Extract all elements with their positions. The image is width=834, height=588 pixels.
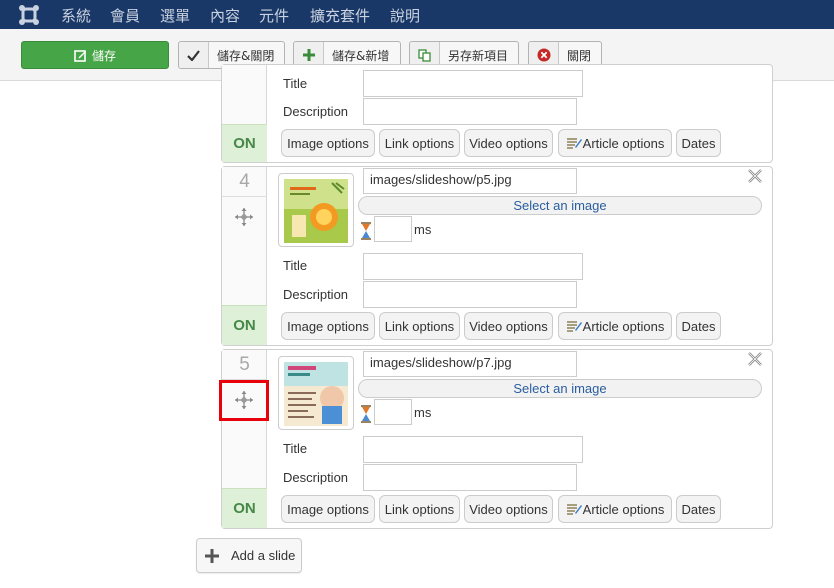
check-icon: [179, 42, 209, 68]
description-label: Description: [283, 104, 349, 119]
slide-panel-3: ON Title Description Image options Link …: [221, 64, 773, 163]
slide-number: 4: [222, 167, 267, 197]
save-new-label: 儲存&新增: [332, 48, 390, 63]
top-menu-bar: 系統 會員 選單 內容 元件 擴充套件 說明: [0, 0, 834, 29]
image-path-input[interactable]: images/slideshow/p5.jpg: [363, 168, 577, 194]
duration-input[interactable]: [374, 216, 412, 242]
image-options-button[interactable]: Image options: [281, 129, 375, 157]
save-label: 儲存: [91, 48, 116, 63]
save-copy-label: 另存新項目: [448, 48, 509, 63]
hourglass-icon: [361, 222, 371, 240]
image-options-button[interactable]: Image options: [281, 312, 375, 340]
article-options-button[interactable]: Article options: [558, 129, 672, 157]
remove-slide-icon[interactable]: [746, 350, 764, 368]
slide-number: 5: [222, 350, 267, 380]
title-label: Title: [283, 441, 308, 456]
slide-status-on[interactable]: ON: [222, 488, 267, 528]
edit-icon: [74, 49, 86, 62]
highlight-box: [219, 380, 269, 421]
menu-help[interactable]: 說明: [390, 5, 420, 26]
link-options-button[interactable]: Link options: [379, 312, 460, 340]
video-options-button[interactable]: Video options: [464, 129, 553, 157]
menu-system[interactable]: 系統: [61, 5, 91, 26]
description-label: Description: [283, 287, 349, 302]
video-options-button[interactable]: Video options: [464, 495, 553, 523]
slide-panel-4: 4 ON images/slideshow/p5.jpg Select an i…: [221, 166, 773, 346]
slide-image-p7: [284, 362, 348, 426]
menu-content[interactable]: 內容: [210, 5, 240, 26]
slide-thumbnail[interactable]: [278, 356, 354, 430]
menu-extensions[interactable]: 擴充套件: [310, 5, 370, 26]
move-icon[interactable]: [234, 207, 254, 227]
image-options-button[interactable]: Image options: [281, 495, 375, 523]
slide-panel-5: 5 ON images/slideshow/p7.jpg Select an i…: [221, 349, 773, 529]
hourglass-icon: [361, 405, 371, 423]
description-input[interactable]: [363, 464, 577, 491]
menu-components[interactable]: 元件: [259, 5, 289, 26]
ms-label: ms: [414, 405, 432, 420]
article-icon: [566, 138, 582, 149]
article-options-button[interactable]: Article options: [558, 495, 672, 523]
duration-input[interactable]: [374, 399, 412, 425]
link-options-button[interactable]: Link options: [379, 495, 460, 523]
dates-button[interactable]: Dates: [676, 312, 721, 340]
slide-left-column: 5 ON: [222, 350, 267, 528]
description-label: Description: [283, 470, 349, 485]
add-slide-label: Add a slide: [231, 548, 296, 563]
save-close-label: 儲存&關閉: [217, 48, 275, 63]
description-input[interactable]: [363, 281, 577, 308]
link-options-button[interactable]: Link options: [379, 129, 460, 157]
slide-image-p5: [284, 179, 348, 243]
article-icon: [566, 504, 582, 515]
plus-icon: [197, 539, 227, 572]
close-label: 關閉: [567, 48, 592, 63]
dates-button[interactable]: Dates: [676, 495, 721, 523]
ms-label: ms: [414, 222, 432, 237]
article-options-button[interactable]: Article options: [558, 312, 672, 340]
article-options-label: Article options: [582, 501, 665, 517]
slide-status-on[interactable]: ON: [222, 124, 267, 162]
joomla-logo-icon[interactable]: [18, 4, 40, 26]
slide-status-on[interactable]: ON: [222, 305, 267, 345]
slide-left-column: ON: [222, 65, 267, 162]
menu-menus[interactable]: 選單: [160, 5, 190, 26]
description-input[interactable]: [363, 98, 577, 125]
image-path-input[interactable]: images/slideshow/p7.jpg: [363, 351, 577, 377]
select-image-button[interactable]: Select an image: [358, 196, 762, 215]
title-input[interactable]: [363, 436, 583, 463]
article-options-label: Article options: [582, 135, 665, 151]
remove-slide-icon[interactable]: [746, 167, 764, 185]
article-icon: [566, 321, 582, 332]
save-button[interactable]: 儲存: [21, 41, 169, 69]
select-image-button[interactable]: Select an image: [358, 379, 762, 398]
article-options-label: Article options: [582, 318, 665, 334]
title-label: Title: [283, 258, 308, 273]
video-options-button[interactable]: Video options: [464, 312, 553, 340]
slide-left-column: 4 ON: [222, 167, 267, 345]
dates-button[interactable]: Dates: [676, 129, 721, 157]
title-input[interactable]: [363, 70, 583, 97]
menu-users[interactable]: 會員: [110, 5, 140, 26]
title-label: Title: [283, 76, 308, 91]
title-input[interactable]: [363, 253, 583, 280]
add-slide-button[interactable]: Add a slide: [196, 538, 302, 573]
slide-thumbnail[interactable]: [278, 173, 354, 247]
